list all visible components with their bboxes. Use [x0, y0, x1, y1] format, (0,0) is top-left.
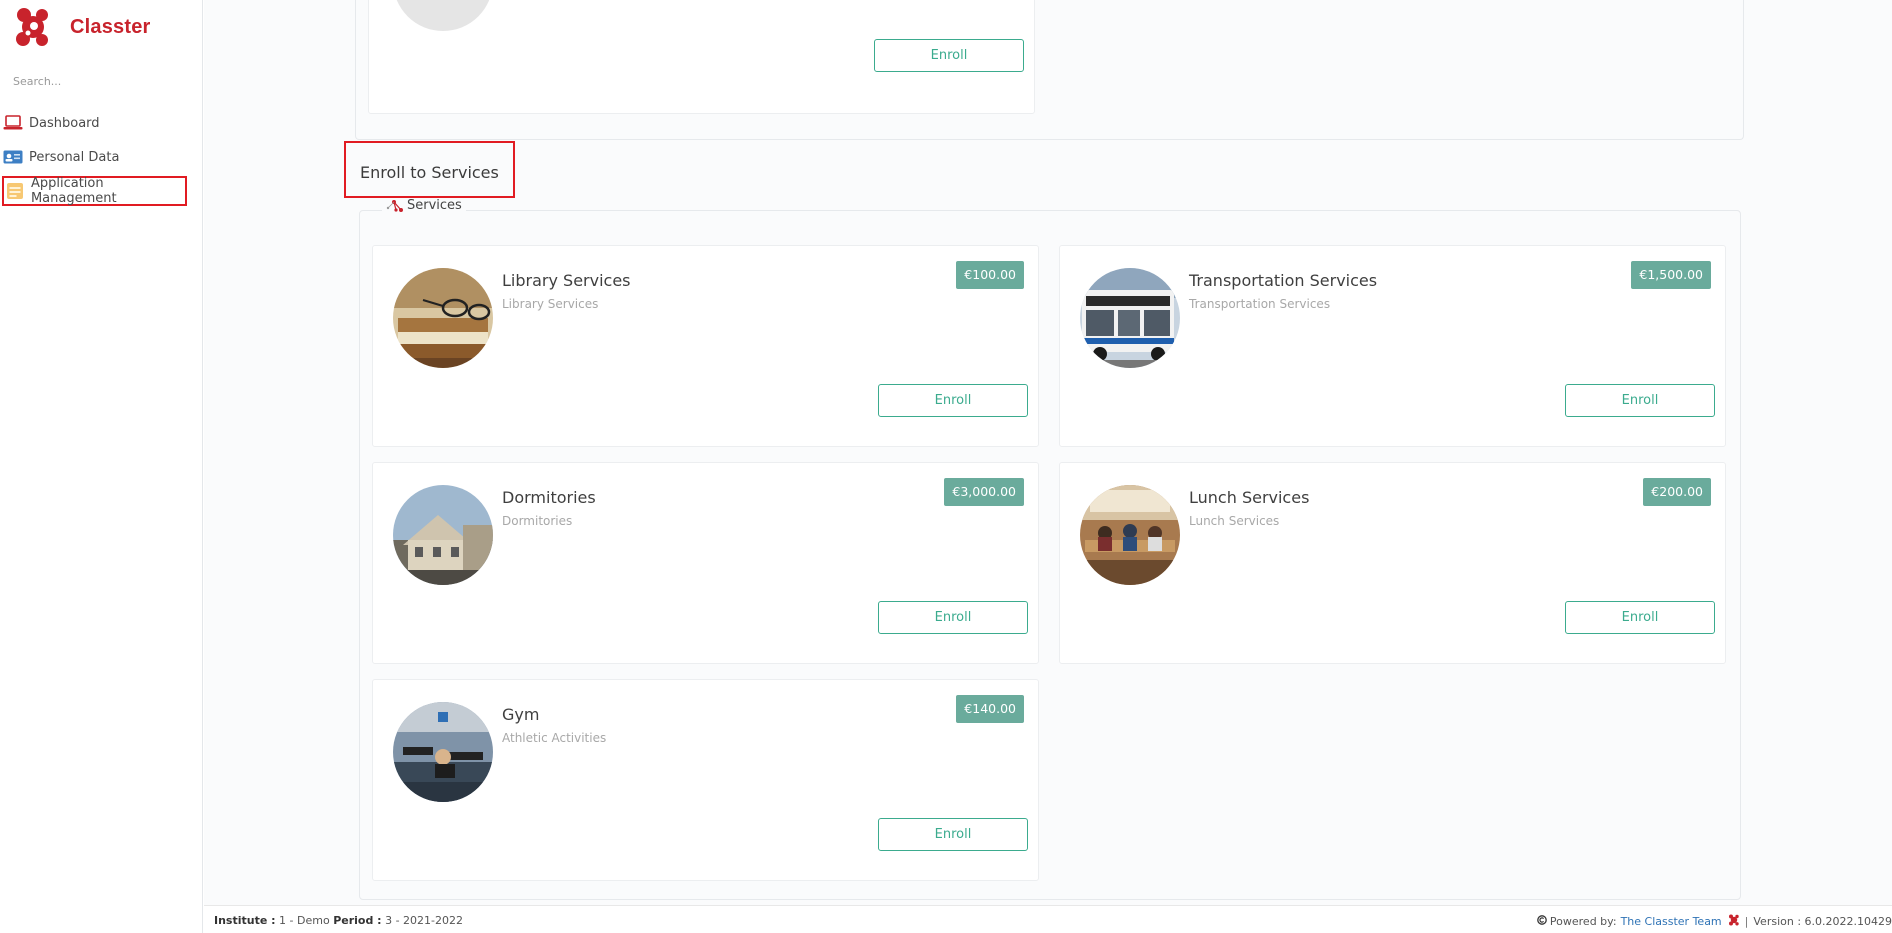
sidebar: Classter Dashboard Personal Data Applica…: [0, 0, 203, 933]
folder-icon: [6, 182, 25, 200]
sidebar-item-label: Application Management: [30, 176, 117, 206]
enroll-button[interactable]: Enroll: [874, 39, 1024, 72]
service-subtitle: Athletic Activities: [502, 731, 607, 745]
service-image: [393, 0, 493, 31]
price-badge: €100.00: [956, 261, 1024, 289]
service-title: Lunch Services: [1189, 488, 1310, 507]
service-card-gym: Gym Athletic Activities €140.00 Enroll: [372, 679, 1039, 881]
institute-value: 1 - Demo: [279, 914, 330, 927]
id-card-icon: [3, 148, 23, 166]
services-network-icon: [386, 199, 404, 213]
services-legend: Services: [382, 198, 466, 213]
app-name: Classter: [70, 15, 151, 38]
page-title: Enroll to Services: [360, 163, 499, 182]
laptop-icon: [3, 114, 23, 132]
service-card-library: Library Services Library Services €100.0…: [372, 245, 1039, 447]
enroll-button[interactable]: Enroll: [1565, 384, 1715, 417]
version-text: Version : 6.0.2022.10429: [1753, 915, 1892, 928]
period-value: 3 - 2021-2022: [385, 914, 464, 927]
price-badge: €200.00: [1643, 478, 1711, 506]
price-badge: €140.00: [956, 695, 1024, 723]
sidebar-item-label: Personal Data: [29, 149, 120, 165]
service-subtitle: Dormitories: [502, 514, 573, 528]
previous-panel: Enroll: [355, 0, 1744, 140]
period-label: Period :: [333, 914, 382, 927]
copyright-icon: [1537, 915, 1547, 928]
service-subtitle: Library Services: [502, 297, 599, 311]
logo[interactable]: Classter: [14, 6, 151, 48]
service-title: Gym: [502, 705, 540, 724]
enroll-button[interactable]: Enroll: [878, 601, 1028, 634]
library-image: [393, 268, 493, 368]
main-content: Enroll Enroll to Services Library Servic…: [204, 0, 1892, 905]
footer-credits: Powered by: The Classter Team | Version …: [1537, 914, 1892, 929]
powered-by-label: Powered by:: [1549, 915, 1617, 928]
institute-label: Institute :: [214, 914, 276, 927]
classter-small-logo-icon: [1728, 914, 1740, 929]
services-panel: Library Services Library Services €100.0…: [359, 210, 1741, 900]
service-card-transportation: Transportation Services Transportation S…: [1059, 245, 1726, 447]
service-card-lunch: Lunch Services Lunch Services €200.00 En…: [1059, 462, 1726, 664]
service-title: Transportation Services: [1189, 271, 1378, 290]
sidebar-nav: Dashboard Personal Data Application Mana…: [0, 106, 203, 206]
enroll-button[interactable]: Enroll: [1565, 601, 1715, 634]
enroll-button[interactable]: Enroll: [878, 384, 1028, 417]
service-title: Dormitories: [502, 488, 596, 507]
price-badge: €1,500.00: [1631, 261, 1711, 289]
footer: Institute : 1 - Demo Period : 3 - 2021-2…: [204, 905, 1892, 933]
bus-image: [1080, 268, 1180, 368]
service-subtitle: Lunch Services: [1189, 514, 1280, 528]
price-badge: €3,000.00: [944, 478, 1024, 506]
sidebar-item-label: Dashboard: [29, 115, 100, 131]
service-subtitle: Transportation Services: [1189, 297, 1331, 311]
classter-team-link[interactable]: The Classter Team: [1621, 915, 1722, 928]
services-legend-label: Services: [407, 198, 462, 213]
search-input[interactable]: [13, 73, 193, 89]
service-card-dormitories: Dormitories Dormitories €3,000.00 Enroll: [372, 462, 1039, 664]
gym-image: [393, 702, 493, 802]
classter-logo-icon: [14, 6, 52, 48]
previous-service-card: Enroll: [368, 0, 1035, 114]
section-title: Enroll to Services: [344, 141, 515, 198]
footer-context: Institute : 1 - Demo Period : 3 - 2021-2…: [214, 914, 463, 927]
lunch-image: [1080, 485, 1180, 585]
sidebar-item-application-management[interactable]: Application Management: [2, 176, 187, 206]
footer-separator: |: [1744, 915, 1749, 928]
sidebar-item-dashboard[interactable]: Dashboard: [0, 106, 203, 140]
dormitories-image: [393, 485, 493, 585]
enroll-button[interactable]: Enroll: [878, 818, 1028, 851]
service-title: Library Services: [502, 271, 631, 290]
sidebar-item-personal-data[interactable]: Personal Data: [0, 140, 203, 174]
